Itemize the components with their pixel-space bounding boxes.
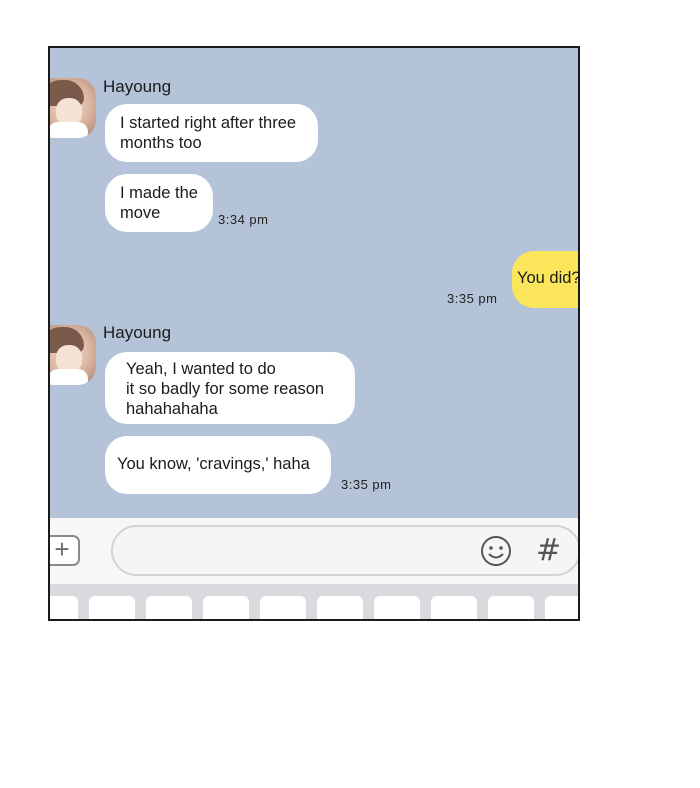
keyboard-key[interactable]	[431, 596, 477, 619]
message-bubble[interactable]: Yeah, I wanted to do it so badly for som…	[105, 352, 355, 424]
message-input-bar: + #	[50, 518, 578, 584]
keyboard-key[interactable]	[146, 596, 192, 619]
hashtag-icon[interactable]: #	[536, 533, 561, 568]
message-timestamp: 3:35 pm	[447, 291, 498, 306]
keyboard-key[interactable]	[317, 596, 363, 619]
keyboard-key[interactable]	[260, 596, 306, 619]
emoji-icon[interactable]	[480, 535, 512, 567]
keyboard-key[interactable]	[488, 596, 534, 619]
my-message-bubble[interactable]: You did?	[512, 251, 578, 308]
hayoung-avatar[interactable]	[50, 325, 96, 385]
sender-name: Hayoung	[103, 323, 172, 342]
plus-icon[interactable]: +	[50, 535, 80, 566]
keyboard-key[interactable]	[203, 596, 249, 619]
sender-name: Hayoung	[103, 77, 172, 96]
keyboard	[50, 584, 578, 619]
phone-screen: Hayoung I started right after three mont…	[48, 46, 580, 621]
keyboard-key[interactable]	[374, 596, 420, 619]
chat-area[interactable]: Hayoung I started right after three mont…	[50, 48, 578, 518]
hayoung-avatar[interactable]	[50, 78, 96, 138]
keyboard-key[interactable]	[545, 596, 578, 619]
keyboard-key[interactable]	[50, 596, 78, 619]
message-input[interactable]: #	[111, 525, 578, 576]
message-timestamp: 3:34 pm	[218, 212, 269, 227]
keyboard-key[interactable]	[89, 596, 135, 619]
message-bubble[interactable]: You know, 'cravings,' haha	[105, 436, 331, 494]
message-bubble[interactable]: I started right after three months too	[105, 104, 318, 162]
message-timestamp: 3:35 pm	[341, 477, 392, 492]
message-bubble[interactable]: I made the move	[105, 174, 213, 232]
